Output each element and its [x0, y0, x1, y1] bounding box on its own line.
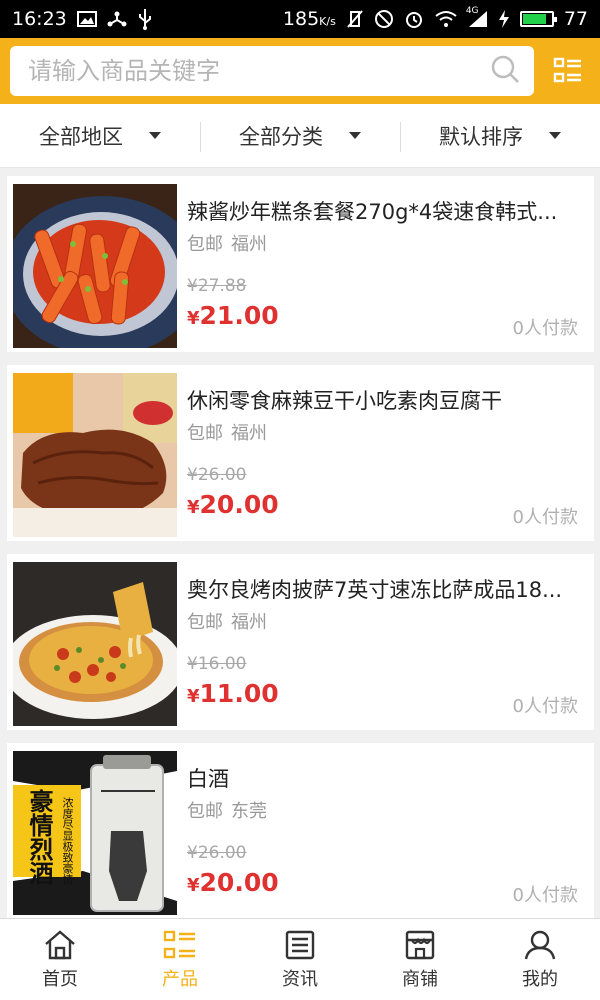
shipping-label: 包邮 [187, 801, 223, 822]
alarm-icon [404, 9, 424, 29]
liquor-slogan: 豪情烈酒 [25, 789, 53, 885]
news-icon [285, 930, 315, 959]
share-icon [107, 10, 127, 28]
caret-down-icon [549, 132, 561, 139]
price: ¥20.00 [187, 868, 279, 897]
tab-home[interactable]: 首页 [0, 919, 120, 1000]
filter-bar: 全部地区 全部分类 默认排序 [0, 104, 600, 168]
category-menu-button[interactable] [550, 53, 586, 89]
tab-label: 产品 [162, 968, 198, 990]
battery-level: 77 [563, 8, 588, 30]
charging-icon [498, 9, 510, 29]
tab-products[interactable]: 产品 [120, 919, 240, 1000]
location-label: 东莞 [231, 801, 267, 822]
search-box[interactable] [10, 46, 534, 96]
price: ¥21.00 [187, 301, 279, 330]
product-meta: 包邮 东莞 [187, 797, 267, 823]
filter-label: 默认排序 [439, 124, 523, 149]
filter-label: 全部分类 [239, 124, 323, 149]
signal-icon: 4G [466, 6, 488, 28]
product-title[interactable]: 白酒 [187, 763, 582, 793]
product-title[interactable]: 奥尔良烤肉披萨7英寸速冻比萨成品18... [187, 574, 582, 604]
status-time: 16:23 [12, 8, 67, 30]
shipping-label: 包邮 [187, 234, 223, 255]
product-image-tofu[interactable] [13, 373, 177, 537]
original-price: ¥26.00 [187, 843, 247, 863]
product-title[interactable]: 休闲零食麻辣豆干小吃素肉豆腐干 [187, 385, 582, 415]
status-bar: 16:23 185K/s 4G 77 [0, 0, 600, 38]
paid-count: 0人付款 [512, 318, 578, 339]
tab-news[interactable]: 资讯 [240, 919, 360, 1000]
tab-shops[interactable]: 商铺 [360, 919, 480, 1000]
product-card[interactable]: 辣酱炒年糕条套餐270g*4袋速食韩式... 包邮 福州 ¥27.88 ¥21.… [7, 176, 594, 352]
caret-down-icon [149, 132, 161, 139]
tab-label: 资讯 [282, 968, 318, 990]
list-menu-icon [553, 57, 581, 83]
product-card[interactable]: 豪情烈酒 浓度尽显极致豪情 白酒 包邮 东莞 ¥26.00 ¥20.00 0人付… [7, 743, 594, 919]
product-image-liquor[interactable]: 豪情烈酒 浓度尽显极致豪情 [13, 751, 177, 915]
search-icon[interactable] [490, 54, 520, 88]
vibrate-off-icon [346, 9, 364, 29]
net-speed: 185K/s [282, 8, 336, 30]
product-meta: 包邮 福州 [187, 419, 267, 445]
image-icon [76, 11, 97, 27]
search-input[interactable] [28, 57, 490, 85]
liquor-subtitle: 浓度尽显极致豪情 [61, 797, 74, 885]
filter-label: 全部地区 [39, 124, 123, 149]
original-price: ¥26.00 [187, 465, 247, 485]
filter-category[interactable]: 全部分类 [200, 104, 400, 167]
usb-icon [137, 8, 153, 30]
original-price: ¥27.88 [187, 276, 247, 296]
mute-icon [374, 9, 394, 29]
price: ¥11.00 [187, 679, 279, 708]
tab-label: 商铺 [402, 968, 438, 990]
shipping-label: 包邮 [187, 612, 223, 633]
list-icon [163, 930, 195, 958]
battery-icon [519, 11, 557, 27]
shop-icon [405, 930, 435, 959]
product-image-rice-cake[interactable] [13, 184, 177, 348]
filter-region[interactable]: 全部地区 [0, 104, 200, 167]
price: ¥20.00 [187, 490, 279, 519]
tab-me[interactable]: 我的 [480, 919, 600, 1000]
tab-label: 我的 [522, 968, 558, 990]
original-price: ¥16.00 [187, 654, 247, 674]
location-label: 福州 [231, 612, 267, 633]
location-label: 福州 [231, 234, 267, 255]
shipping-label: 包邮 [187, 423, 223, 444]
product-title[interactable]: 辣酱炒年糕条套餐270g*4袋速食韩式... [187, 196, 582, 226]
location-label: 福州 [231, 423, 267, 444]
wifi-icon [434, 10, 458, 28]
filter-sort[interactable]: 默认排序 [400, 104, 600, 167]
product-meta: 包邮 福州 [187, 608, 267, 634]
product-card[interactable]: 休闲零食麻辣豆干小吃素肉豆腐干 包邮 福州 ¥26.00 ¥20.00 0人付款 [7, 365, 594, 541]
product-meta: 包邮 福州 [187, 230, 267, 256]
caret-down-icon [349, 132, 361, 139]
paid-count: 0人付款 [512, 885, 578, 906]
product-card[interactable]: 奥尔良烤肉披萨7英寸速冻比萨成品18... 包邮 福州 ¥16.00 ¥11.0… [7, 554, 594, 730]
bottom-tab-bar: 首页 产品 资讯 商铺 我的 [0, 918, 600, 1000]
header [0, 38, 600, 104]
paid-count: 0人付款 [512, 507, 578, 528]
paid-count: 0人付款 [512, 696, 578, 717]
product-image-pizza[interactable] [13, 562, 177, 726]
user-icon [524, 930, 556, 959]
tab-label: 首页 [42, 968, 78, 990]
home-icon [45, 929, 75, 959]
